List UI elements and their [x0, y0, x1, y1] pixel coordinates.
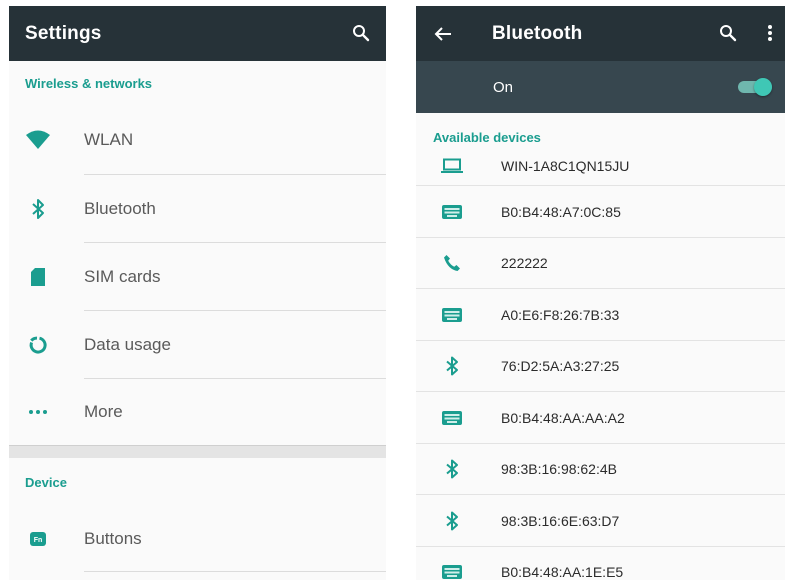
- bluetooth-switch-bar[interactable]: On: [416, 61, 785, 113]
- device-name: A0:E6:F8:26:7B:33: [501, 306, 620, 323]
- sim-card-icon: [25, 264, 51, 290]
- search-icon[interactable]: [713, 18, 743, 48]
- device-row[interactable]: 222222: [416, 238, 785, 289]
- device-row[interactable]: B0:B4:48:AA:AA:A2: [416, 392, 785, 444]
- keyboard-icon: [440, 303, 464, 327]
- device-row[interactable]: A0:E6:F8:26:7B:33: [416, 289, 785, 341]
- device-name: B0:B4:48:AA:1E:E5: [501, 564, 624, 580]
- settings-screen: Settings Wireless & networks WLAN Blueto…: [9, 6, 386, 580]
- laptop-icon: [440, 154, 464, 178]
- more-icon: [25, 399, 51, 425]
- switch-state-label: On: [493, 78, 514, 96]
- settings-item-buttons[interactable]: Fn Buttons: [9, 506, 386, 572]
- settings-item-label: Data usage: [84, 335, 171, 354]
- settings-item-sim-cards[interactable]: SIM cards: [9, 243, 386, 311]
- settings-app-bar: Settings: [9, 6, 386, 61]
- overflow-menu-icon[interactable]: [755, 18, 785, 48]
- bluetooth-screen: Bluetooth On Available devices WIN-1A8C1…: [416, 6, 785, 580]
- device-name: WIN-1A8C1QN15JU: [501, 157, 630, 174]
- settings-item-data-usage[interactable]: Data usage: [9, 311, 386, 379]
- keyboard-icon: [440, 200, 464, 224]
- settings-item-more[interactable]: More: [9, 379, 386, 445]
- device-row[interactable]: WIN-1A8C1QN15JU: [416, 145, 785, 186]
- section-header-available-devices: Available devices: [433, 130, 541, 145]
- settings-item-label: Buttons: [84, 529, 142, 548]
- phone-icon: [440, 251, 464, 275]
- data-usage-icon: [25, 332, 51, 358]
- bluetooth-icon: [440, 509, 464, 533]
- settings-item-bluetooth[interactable]: Bluetooth: [9, 175, 386, 243]
- bluetooth-icon: [440, 354, 464, 378]
- svg-text:Fn: Fn: [34, 537, 43, 544]
- bluetooth-app-bar: Bluetooth: [416, 6, 785, 61]
- device-name: 98:3B:16:98:62:4B: [501, 461, 617, 478]
- device-name: 98:3B:16:6E:63:D7: [501, 512, 620, 529]
- bluetooth-title: Bluetooth: [492, 22, 583, 44]
- fn-key-icon: Fn: [25, 526, 51, 552]
- device-name: 222222: [501, 255, 548, 272]
- section-header-device: Device: [25, 474, 67, 490]
- section-divider: [9, 445, 386, 458]
- settings-item-label: SIM cards: [84, 267, 161, 286]
- keyboard-icon: [440, 560, 464, 580]
- settings-item-label: WLAN: [84, 130, 134, 149]
- back-arrow-icon[interactable]: [428, 19, 458, 49]
- keyboard-icon: [440, 406, 464, 430]
- divider: [84, 571, 386, 572]
- device-name: 76:D2:5A:A3:27:25: [501, 358, 620, 375]
- device-row[interactable]: 76:D2:5A:A3:27:25: [416, 341, 785, 392]
- settings-item-wlan[interactable]: WLAN: [9, 105, 386, 175]
- bluetooth-toggle[interactable]: [738, 78, 772, 96]
- device-row[interactable]: B0:B4:48:AA:1E:E5: [416, 547, 785, 580]
- device-name: B0:B4:48:A7:0C:85: [501, 203, 621, 220]
- settings-title: Settings: [25, 22, 102, 44]
- bluetooth-icon: [25, 196, 51, 222]
- settings-item-label: Bluetooth: [84, 199, 156, 218]
- device-row[interactable]: 98:3B:16:98:62:4B: [416, 444, 785, 495]
- device-row[interactable]: B0:B4:48:A7:0C:85: [416, 186, 785, 238]
- search-icon[interactable]: [346, 18, 376, 48]
- device-row[interactable]: 98:3B:16:6E:63:D7: [416, 495, 785, 547]
- settings-item-label: More: [84, 402, 123, 421]
- wifi-icon: [25, 127, 51, 153]
- section-header-wireless: Wireless & networks: [25, 75, 153, 91]
- bluetooth-icon: [440, 457, 464, 481]
- toggle-thumb: [754, 78, 772, 96]
- device-name: B0:B4:48:AA:AA:A2: [501, 409, 625, 426]
